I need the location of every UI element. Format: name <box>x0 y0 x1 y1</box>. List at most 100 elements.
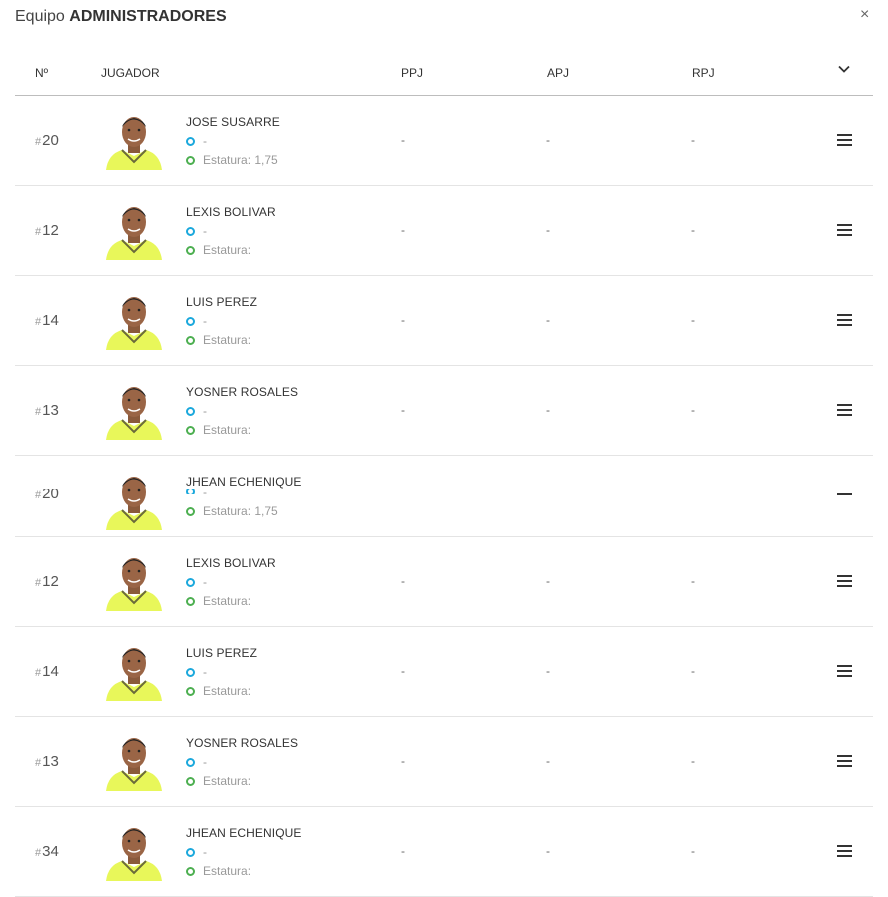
stat-apj: - <box>546 574 550 588</box>
stat-ppj: - <box>401 754 405 768</box>
player-info: - <box>186 489 207 494</box>
player-info: - <box>186 224 207 238</box>
player-name: JHEAN ECHENIQUE <box>186 475 302 489</box>
info-dot-icon <box>186 226 195 236</box>
table-row[interactable]: #20 JOSE SUSARRE - Estatura: 1,75 - - - <box>15 96 873 186</box>
player-height: Estatura: <box>186 594 251 608</box>
player-name: LUIS PEREZ <box>186 295 258 309</box>
header-apj: APJ <box>547 66 570 80</box>
table-row[interactable]: #12 LEXIS BOLIVAR - Estatura: - - - <box>15 537 873 627</box>
close-icon[interactable]: × <box>860 6 869 24</box>
avatar <box>104 551 164 613</box>
height-dot-icon <box>186 155 195 165</box>
stat-apj: - <box>546 403 550 417</box>
player-name: LEXIS BOLIVAR <box>186 556 276 570</box>
player-height: Estatura: 1,75 <box>186 153 278 167</box>
player-height: Estatura: <box>186 423 251 437</box>
menu-icon[interactable] <box>837 134 852 146</box>
stat-ppj: - <box>401 313 405 327</box>
player-info: - <box>186 314 207 328</box>
avatar <box>104 821 164 883</box>
players-list: #20 JOSE SUSARRE - Estatura: 1,75 - - - … <box>15 96 873 897</box>
menu-icon[interactable] <box>837 493 852 495</box>
avatar <box>104 641 164 703</box>
player-height: Estatura: 1,75 <box>186 504 278 518</box>
avatar <box>104 470 164 532</box>
player-height: Estatura: <box>186 333 251 347</box>
menu-icon[interactable] <box>837 224 852 236</box>
table-row[interactable]: #13 YOSNER ROSALES - Estatura: - - - <box>15 366 873 456</box>
menu-icon[interactable] <box>837 845 852 857</box>
stat-ppj: - <box>401 403 405 417</box>
player-info: - <box>186 575 207 589</box>
player-height: Estatura: <box>186 864 251 878</box>
stat-rpj: - <box>691 574 695 588</box>
player-info: - <box>186 404 207 418</box>
menu-icon[interactable] <box>837 665 852 677</box>
height-dot-icon <box>186 506 195 516</box>
avatar <box>104 731 164 793</box>
player-name: LUIS PEREZ <box>186 646 258 660</box>
height-dot-icon <box>186 866 195 876</box>
player-number: #34 <box>35 843 59 860</box>
player-name: YOSNER ROSALES <box>186 385 299 399</box>
player-number: #14 <box>35 312 59 329</box>
height-dot-icon <box>186 245 195 255</box>
player-info: - <box>186 665 207 679</box>
info-dot-icon <box>186 406 195 416</box>
stat-ppj: - <box>401 133 405 147</box>
menu-icon[interactable] <box>837 404 852 416</box>
player-name: YOSNER ROSALES <box>186 736 299 750</box>
player-name: JHEAN ECHENIQUE <box>186 826 302 840</box>
info-dot-icon <box>186 316 195 326</box>
avatar <box>104 110 164 172</box>
table-row[interactable]: #34 JHEAN ECHENIQUE - Estatura: - - - <box>15 807 873 897</box>
stat-ppj: - <box>401 574 405 588</box>
player-height: Estatura: <box>186 243 251 257</box>
chevron-down-icon[interactable] <box>837 62 851 76</box>
menu-icon[interactable] <box>837 575 852 587</box>
height-dot-icon <box>186 335 195 345</box>
height-dot-icon <box>186 686 195 696</box>
modal-title: Equipo ADMINISTRADORES <box>15 8 227 26</box>
menu-icon[interactable] <box>837 755 852 767</box>
stat-rpj: - <box>691 223 695 237</box>
header-player: JUGADOR <box>101 66 160 80</box>
player-name: LEXIS BOLIVAR <box>186 205 276 219</box>
stat-apj: - <box>546 844 550 858</box>
avatar <box>104 380 164 442</box>
info-dot-icon <box>186 577 195 587</box>
player-number: #12 <box>35 573 59 590</box>
player-info: - <box>186 845 207 859</box>
player-name: JOSE SUSARRE <box>186 115 280 129</box>
stat-apj: - <box>546 754 550 768</box>
player-info: - <box>186 134 207 148</box>
table-row[interactable]: #13 YOSNER ROSALES - Estatura: - - - <box>15 717 873 807</box>
player-number: #13 <box>35 753 59 770</box>
player-info: - <box>186 755 207 769</box>
player-number: #13 <box>35 402 59 419</box>
stat-rpj: - <box>691 313 695 327</box>
height-dot-icon <box>186 596 195 606</box>
table-row[interactable]: #20 JHEAN ECHENIQUE - Estatura: 1,75 - -… <box>15 456 873 537</box>
table-header: Nº JUGADOR PPJ APJ RPJ <box>15 56 873 96</box>
team-name: ADMINISTRADORES <box>69 8 227 25</box>
table-row[interactable]: #12 LEXIS BOLIVAR - Estatura: - - - <box>15 186 873 276</box>
player-number: #20 <box>35 485 59 502</box>
stat-ppj: - <box>401 664 405 678</box>
stat-rpj: - <box>691 754 695 768</box>
stat-apj: - <box>546 664 550 678</box>
info-dot-icon <box>186 667 195 677</box>
table-row[interactable]: #14 LUIS PEREZ - Estatura: - - - <box>15 627 873 717</box>
info-dot-icon <box>186 136 195 146</box>
height-dot-icon <box>186 776 195 786</box>
player-height: Estatura: <box>186 684 251 698</box>
table-row[interactable]: #14 LUIS PEREZ - Estatura: - - - <box>15 276 873 366</box>
avatar <box>104 200 164 262</box>
header-number: Nº <box>35 66 49 80</box>
stat-rpj: - <box>691 664 695 678</box>
height-dot-icon <box>186 425 195 435</box>
info-dot-icon <box>186 757 195 767</box>
title-prefix: Equipo <box>15 8 65 25</box>
menu-icon[interactable] <box>837 314 852 326</box>
